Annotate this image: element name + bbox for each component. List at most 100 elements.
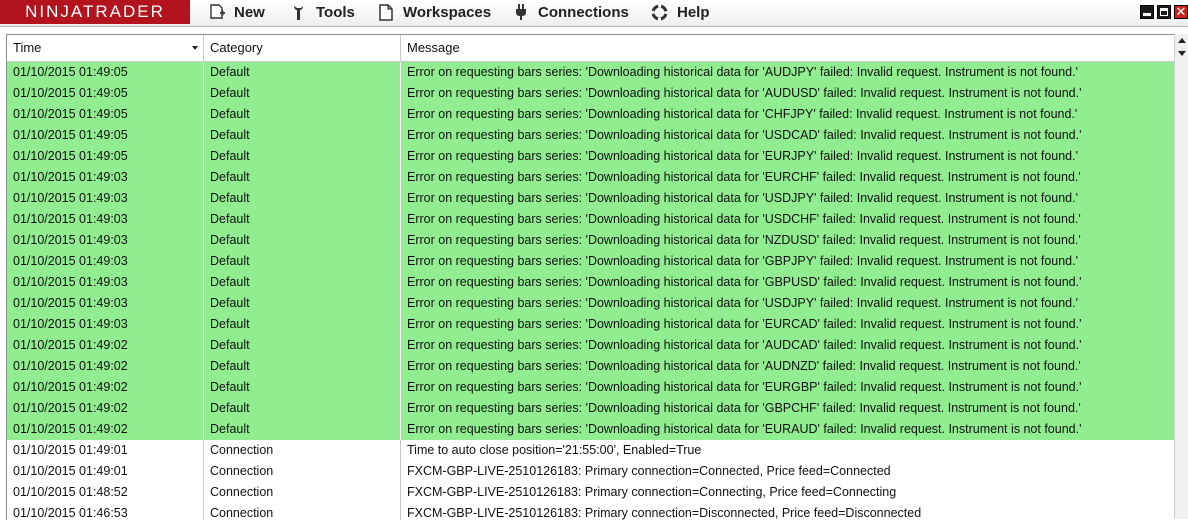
category-cell: Default <box>204 398 401 419</box>
message-cell: Error on requesting bars series: 'Downlo… <box>407 128 1082 142</box>
menu-bar: NINJATRADER New Tools Workspaces Connect… <box>0 0 1188 27</box>
table-row[interactable]: 01/10/2015 01:48:52 Connection FXCM-GBP-LI… <box>7 482 1175 503</box>
time-cell: 01/10/2015 01:49:05 <box>7 125 204 146</box>
time-cell: 01/10/2015 01:49:03 <box>7 188 204 209</box>
time-cell: 01/10/2015 01:49:02 <box>7 377 204 398</box>
message-cell: Error on requesting bars series: 'Downlo… <box>407 212 1081 226</box>
category-cell: Default <box>204 314 401 335</box>
menu-new[interactable]: New <box>209 0 271 26</box>
message-cell: Error on requesting bars series: 'Downlo… <box>407 191 1078 205</box>
time-cell: 01/10/2015 01:46:53 <box>7 503 204 520</box>
category-cell: Default <box>204 104 401 125</box>
category-cell: Default <box>204 293 401 314</box>
category-cell: Default <box>204 146 401 167</box>
log-rows: 01/10/2015 01:49:05 Default Error on reque… <box>7 62 1175 520</box>
time-cell: 01/10/2015 01:49:05 <box>7 62 204 83</box>
column-header-category-label: Category <box>210 40 263 55</box>
column-header-time[interactable]: Time <box>7 35 204 61</box>
time-cell: 01/10/2015 01:49:01 <box>7 440 204 461</box>
time-cell: 01/10/2015 01:49:05 <box>7 104 204 125</box>
message-cell: Error on requesting bars series: 'Downlo… <box>407 65 1078 79</box>
time-cell: 01/10/2015 01:49:03 <box>7 209 204 230</box>
message-cell: Error on requesting bars series: 'Downlo… <box>407 86 1082 100</box>
table-row[interactable]: 01/10/2015 01:49:03 Default Error on reque… <box>7 251 1175 272</box>
message-cell: Error on requesting bars series: 'Downlo… <box>407 296 1078 310</box>
table-row[interactable]: 01/10/2015 01:49:02 Default Error on reque… <box>7 398 1175 419</box>
column-header-category[interactable]: Category <box>204 35 401 61</box>
message-cell: Error on requesting bars series: 'Downlo… <box>407 401 1081 415</box>
message-cell: Time to auto close position='21:55:00', … <box>407 443 702 457</box>
category-cell: Default <box>204 335 401 356</box>
table-row[interactable]: 01/10/2015 01:49:02 Default Error on reque… <box>7 377 1175 398</box>
log-grid: Time Category Message 01/10/2015 01:49:0… <box>6 34 1175 520</box>
time-cell: 01/10/2015 01:49:03 <box>7 314 204 335</box>
maximize-button[interactable] <box>1157 5 1171 19</box>
scroll-up-arrow-icon[interactable] <box>1175 34 1188 47</box>
message-cell: Error on requesting bars series: 'Downlo… <box>407 233 1081 247</box>
grid-header: Time Category Message <box>7 35 1175 62</box>
category-cell: Default <box>204 230 401 251</box>
time-cell: 01/10/2015 01:49:05 <box>7 83 204 104</box>
time-cell: 01/10/2015 01:49:03 <box>7 230 204 251</box>
scroll-down-arrow-icon[interactable] <box>1175 47 1188 60</box>
message-cell: Error on requesting bars series: 'Downlo… <box>407 170 1081 184</box>
table-row[interactable]: 01/10/2015 01:46:53 Connection FXCM-GBP-LI… <box>7 503 1175 520</box>
message-cell: Error on requesting bars series: 'Downlo… <box>407 317 1082 331</box>
lifebuoy-icon <box>651 4 668 21</box>
table-row[interactable]: 01/10/2015 01:49:02 Default Error on reque… <box>7 356 1175 377</box>
ninjatrader-logo: NINJATRADER <box>0 0 190 24</box>
message-cell: Error on requesting bars series: 'Downlo… <box>407 107 1078 121</box>
category-cell: Default <box>204 83 401 104</box>
time-cell: 01/10/2015 01:49:02 <box>7 356 204 377</box>
new-document-icon <box>210 4 225 19</box>
category-cell: Default <box>204 419 401 440</box>
table-row[interactable]: 01/10/2015 01:49:02 Default Error on reque… <box>7 419 1175 440</box>
vertical-scrollbar[interactable] <box>1174 34 1188 519</box>
table-row[interactable]: 01/10/2015 01:49:03 Default Error on reque… <box>7 188 1175 209</box>
table-row[interactable]: 01/10/2015 01:49:05 Default Error on reque… <box>7 125 1175 146</box>
table-row[interactable]: 01/10/2015 01:49:03 Default Error on reque… <box>7 209 1175 230</box>
category-cell: Default <box>204 188 401 209</box>
menu-connections[interactable]: Connections <box>513 0 631 26</box>
table-row[interactable]: 01/10/2015 01:49:03 Default Error on reque… <box>7 230 1175 251</box>
menu-new-label: New <box>234 4 265 21</box>
menu-tools[interactable]: Tools <box>291 0 361 26</box>
sort-descending-icon <box>192 46 198 50</box>
minimize-button[interactable] <box>1140 5 1154 19</box>
menu-connections-label: Connections <box>538 4 629 21</box>
menu-tools-label: Tools <box>316 4 355 21</box>
category-cell: Default <box>204 377 401 398</box>
wrench-icon <box>294 6 303 20</box>
table-row[interactable]: 01/10/2015 01:49:05 Default Error on reque… <box>7 146 1175 167</box>
category-cell: Default <box>204 62 401 83</box>
table-row[interactable]: 01/10/2015 01:49:02 Default Error on reque… <box>7 335 1175 356</box>
table-row[interactable]: 01/10/2015 01:49:03 Default Error on reque… <box>7 314 1175 335</box>
category-cell: Default <box>204 251 401 272</box>
category-cell: Default <box>204 167 401 188</box>
category-cell: Default <box>204 356 401 377</box>
message-cell: Error on requesting bars series: 'Downlo… <box>407 149 1078 163</box>
column-header-message[interactable]: Message <box>401 35 1175 61</box>
document-icon <box>379 4 393 21</box>
category-cell: Connection <box>204 482 401 503</box>
table-row[interactable]: 01/10/2015 01:49:01 Connection FXCM-GBP-LI… <box>7 461 1175 482</box>
category-cell: Connection <box>204 461 401 482</box>
table-row[interactable]: 01/10/2015 01:49:05 Default Error on reque… <box>7 104 1175 125</box>
message-cell: FXCM-GBP-LIVE-2510126183: Primary connec… <box>407 485 897 499</box>
table-row[interactable]: 01/10/2015 01:49:03 Default Error on reque… <box>7 293 1175 314</box>
menu-help[interactable]: Help <box>651 0 713 26</box>
table-row[interactable]: 01/10/2015 01:49:05 Default Error on reque… <box>7 62 1175 83</box>
close-button[interactable]: ✕ <box>1174 5 1188 19</box>
table-row[interactable]: 01/10/2015 01:49:01 Connection Time to aut… <box>7 440 1175 461</box>
menu-workspaces[interactable]: Workspaces <box>378 0 493 26</box>
table-row[interactable]: 01/10/2015 01:49:03 Default Error on reque… <box>7 167 1175 188</box>
column-header-time-label: Time <box>13 40 42 55</box>
category-cell: Connection <box>204 440 401 461</box>
time-cell: 01/10/2015 01:49:02 <box>7 335 204 356</box>
column-header-message-label: Message <box>407 40 460 55</box>
message-cell: FXCM-GBP-LIVE-2510126183: Primary connec… <box>407 506 922 520</box>
time-cell: 01/10/2015 01:49:03 <box>7 272 204 293</box>
table-row[interactable]: 01/10/2015 01:49:03 Default Error on reque… <box>7 272 1175 293</box>
plug-icon <box>516 4 526 20</box>
table-row[interactable]: 01/10/2015 01:49:05 Default Error on reque… <box>7 83 1175 104</box>
